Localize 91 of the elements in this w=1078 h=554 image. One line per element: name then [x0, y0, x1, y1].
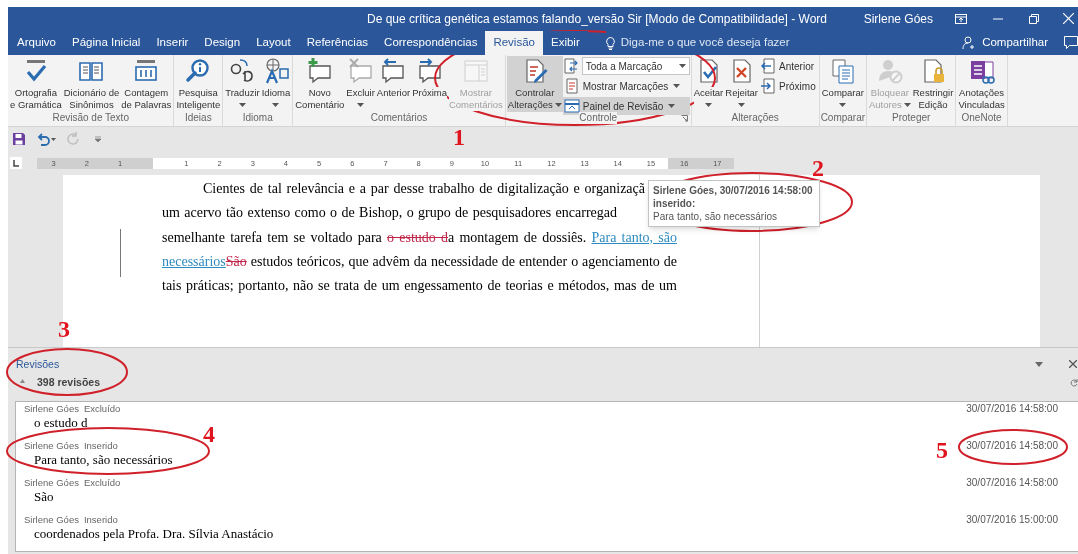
revision-text[interactable]: coordenados pela Profa. Dra. Sílvia Anastácio — [24, 526, 967, 542]
comment-icon[interactable] — [1064, 36, 1078, 49]
document-line: Cientes de tal relevância e a par desse trabalho de digitalização e organizaçã — [202, 180, 645, 198]
caret-icon — [238, 103, 246, 107]
document-line: tais práticas; portanto, não se trata de um engessamento de teorias e métodos, mas de um — [162, 277, 677, 296]
caret-icon — [554, 103, 562, 107]
markup-dropdown[interactable]: Toda a Marcação — [581, 57, 690, 75]
group-label: Controle — [579, 112, 618, 124]
group-label: Alterações — [731, 112, 779, 124]
group-label: Comentários — [370, 112, 428, 124]
tooltip-text: Para tanto, são necessários — [653, 210, 778, 223]
revision-author: Sirlene Góes — [24, 440, 79, 452]
document-line: um acervo tão extenso como o de Bishop, o grupo de pesquisadores encarregad — [162, 204, 617, 223]
annotation-number: 5 — [936, 437, 948, 463]
restore-icon[interactable] — [1029, 13, 1039, 24]
group-label: OneNote — [961, 112, 1002, 124]
ribbon-button[interactable]: Próximo — [759, 77, 818, 95]
tell-me-field[interactable]: Diga-me o que você deseja fazer — [605, 31, 790, 55]
lightbulb-icon — [605, 36, 615, 50]
document-line: necessáriosSão estudos teóricos, que advêm da necessidade de entender o agenciamento de — [162, 252, 677, 271]
revision-action: Excluído — [83, 477, 121, 489]
annotation-number: 2 — [812, 155, 824, 181]
ribbon-button[interactable]: Restringir Edição — [911, 56, 955, 112]
revision-text[interactable]: São — [24, 489, 967, 505]
ribbon-display-icon[interactable] — [955, 13, 967, 24]
caret-icon — [668, 104, 676, 108]
ribbon-button[interactable]: Rejeitar — [724, 56, 760, 112]
revision-author: Sirlene Góes — [24, 514, 79, 526]
undo-icon[interactable] — [36, 132, 56, 146]
comments-panel-icon — [461, 57, 490, 85]
revision-date: 30/07/2016 14:58:00 — [966, 477, 1058, 489]
revision-date: 30/07/2016 15:00:00 — [966, 514, 1058, 526]
document-lines-icon — [563, 78, 580, 94]
revision-action: Inserido — [83, 514, 118, 526]
document-arrow-left-icon — [760, 58, 777, 74]
revision-date: 30/07/2016 14:58:00 — [966, 440, 1058, 452]
user-name[interactable]: Sirlene Góes — [863, 9, 933, 28]
ribbon-button[interactable]: Traduzir — [224, 56, 261, 112]
caret-icon — [673, 84, 681, 88]
annotation-number: 1 — [453, 124, 465, 150]
person-add-icon — [962, 36, 977, 50]
refresh-icon[interactable] — [1070, 379, 1078, 387]
caret-icon[interactable] — [1035, 362, 1043, 367]
collapse-icon[interactable] — [20, 378, 25, 383]
group-label: Comparar — [820, 112, 866, 124]
caret-icon — [738, 103, 746, 107]
tab-stop-icon[interactable] — [10, 157, 22, 169]
ribbon-button[interactable]: Novo Comentário — [294, 56, 346, 112]
tooltip-heading: Sirlene Góes, 30/07/2016 14:58:00 — [653, 184, 814, 197]
ribbon-button[interactable]: Contagem de Palavras — [120, 56, 173, 112]
group-label: Revisão de Texto — [52, 112, 129, 124]
tooltip-action: inserido: — [653, 197, 697, 210]
revision-action: Inserido — [83, 440, 118, 452]
group-label: Idioma — [242, 112, 273, 124]
ribbon-button[interactable]: Anotações Vinculadas — [957, 56, 1006, 112]
ribbon-button[interactable]: Idioma — [260, 56, 292, 112]
group-label: Proteger — [892, 112, 931, 124]
ribbon-tab[interactable]: Revisão — [485, 31, 543, 55]
caret-icon — [272, 103, 280, 107]
ribbon-button[interactable]: Próxima — [411, 56, 448, 112]
revision-date: 30/07/2016 14:58:00 — [966, 403, 1058, 415]
ribbon-button[interactable]: Pesquisa Inteligente — [175, 56, 222, 112]
caret-icon — [903, 103, 911, 107]
group-label: Ideias — [184, 112, 212, 124]
customize-icon[interactable] — [94, 135, 102, 143]
close-icon[interactable] — [1069, 360, 1077, 368]
share-button[interactable]: Compartilhar — [962, 31, 1048, 55]
document-arrow-right-icon — [760, 78, 777, 94]
ribbon-button[interactable]: Aceitar — [692, 56, 725, 112]
document-line: semelhante tarefa tem se voltado para o estudo da montagem de dossiês. Para tanto, são — [162, 228, 677, 247]
caret-icon — [357, 103, 365, 107]
ribbon-button[interactable]: Comparar — [820, 56, 865, 112]
dialog-launcher-icon[interactable] — [680, 115, 688, 122]
pane-title: Revisões — [16, 357, 60, 372]
revision-count: 398 revisões — [37, 375, 101, 390]
ribbon-button[interactable]: Ortografia e Gramática — [9, 56, 63, 112]
caret-icon — [705, 103, 712, 107]
ribbon-button[interactable]: Controlar Alterações — [506, 56, 563, 112]
caret-icon — [839, 103, 847, 107]
annotation-number: 4 — [203, 421, 215, 447]
ribbon-button[interactable]: Anterior — [375, 56, 412, 112]
pane-icon — [563, 98, 580, 114]
save-icon[interactable] — [12, 132, 26, 146]
ribbon-button[interactable]: Excluir — [345, 56, 376, 112]
document-arrows-icon — [562, 58, 579, 74]
revision-author: Sirlene Góes — [24, 477, 79, 489]
revision-action: Excluído — [83, 403, 121, 415]
ribbon-button[interactable]: Dicionário de Sinônimos — [62, 56, 121, 112]
annotation-number: 3 — [58, 316, 70, 342]
caret-icon — [678, 64, 686, 68]
revision-author: Sirlene Góes — [24, 403, 79, 415]
